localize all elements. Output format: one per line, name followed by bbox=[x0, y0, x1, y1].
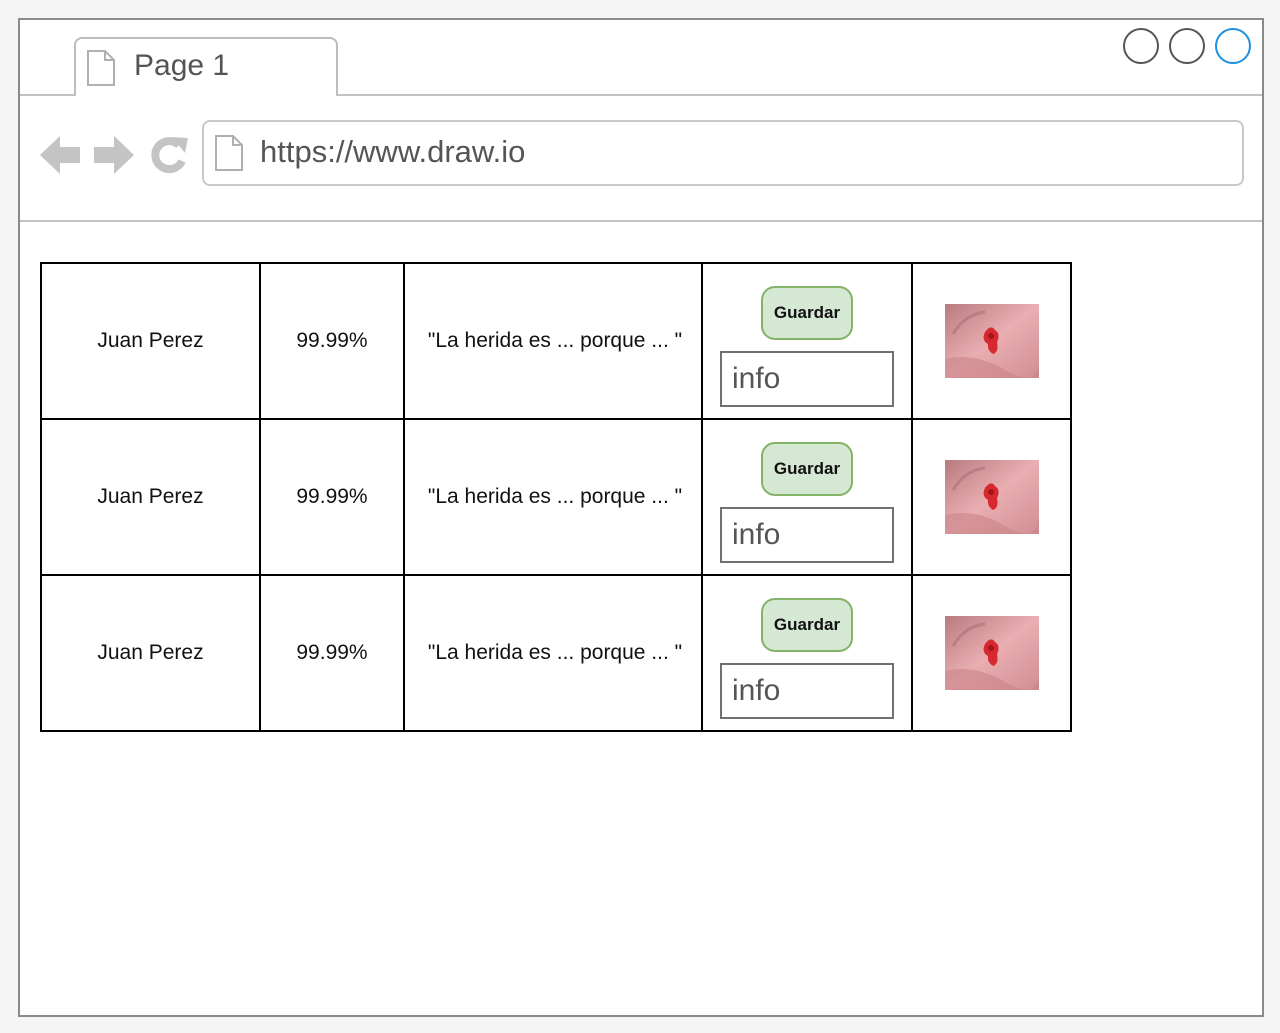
save-button[interactable]: Guardar bbox=[761, 442, 853, 496]
info-input[interactable] bbox=[720, 663, 894, 719]
table-row: Juan Perez 99.99% "La herida es ... porq… bbox=[40, 262, 1072, 420]
image-cell bbox=[911, 262, 1072, 420]
arrow-left-icon[interactable] bbox=[38, 133, 82, 177]
arrow-right-icon[interactable] bbox=[92, 133, 136, 177]
table-row: Juan Perez 99.99% "La herida es ... porq… bbox=[40, 418, 1072, 576]
results-table: Juan Perez 99.99% "La herida es ... porq… bbox=[40, 262, 1072, 732]
diagnosis-note: "La herida es ... porque ... " bbox=[403, 418, 703, 576]
page-icon bbox=[215, 135, 243, 171]
diagnosis-note-text: "La herida es ... porque ... " bbox=[427, 641, 683, 664]
wound-thumbnail bbox=[944, 460, 1039, 534]
diagnosis-note: "La herida es ... porque ... " bbox=[403, 574, 703, 732]
confidence-percent: 99.99% bbox=[259, 574, 405, 732]
window-button-1[interactable] bbox=[1123, 28, 1159, 64]
reload-icon[interactable] bbox=[148, 134, 190, 176]
url-text: https://www.draw.io bbox=[260, 134, 526, 169]
wound-thumbnail bbox=[944, 616, 1039, 690]
diagnosis-note: "La herida es ... porque ... " bbox=[403, 262, 703, 420]
tab-title: Page 1 bbox=[134, 49, 230, 82]
image-cell bbox=[911, 574, 1072, 732]
patient-name: Juan Perez bbox=[40, 574, 261, 732]
address-bar[interactable]: https://www.draw.io bbox=[202, 120, 1244, 186]
image-cell bbox=[911, 418, 1072, 576]
table-row: Juan Perez 99.99% "La herida es ... porq… bbox=[40, 574, 1072, 732]
save-button[interactable]: Guardar bbox=[761, 286, 853, 340]
tab-page-1[interactable]: Page 1 bbox=[74, 37, 338, 96]
patient-name: Juan Perez bbox=[40, 418, 261, 576]
diagnosis-note-text: "La herida es ... porque ... " bbox=[427, 485, 683, 508]
actions-cell: Guardar bbox=[701, 418, 913, 576]
info-input[interactable] bbox=[720, 351, 894, 407]
window-button-2[interactable] bbox=[1169, 28, 1205, 64]
info-input[interactable] bbox=[720, 507, 894, 563]
actions-cell: Guardar bbox=[701, 262, 913, 420]
patient-name: Juan Perez bbox=[40, 262, 261, 420]
wound-thumbnail bbox=[944, 304, 1039, 378]
diagnosis-note-text: "La herida es ... porque ... " bbox=[427, 329, 683, 352]
confidence-percent: 99.99% bbox=[259, 418, 405, 576]
confidence-percent: 99.99% bbox=[259, 262, 405, 420]
tab-bar: Page 1 bbox=[20, 20, 1262, 96]
navigation-bar: https://www.draw.io bbox=[20, 96, 1262, 222]
save-button[interactable]: Guardar bbox=[761, 598, 853, 652]
window-button-3[interactable] bbox=[1215, 28, 1251, 64]
page-icon bbox=[87, 50, 115, 86]
actions-cell: Guardar bbox=[701, 574, 913, 732]
